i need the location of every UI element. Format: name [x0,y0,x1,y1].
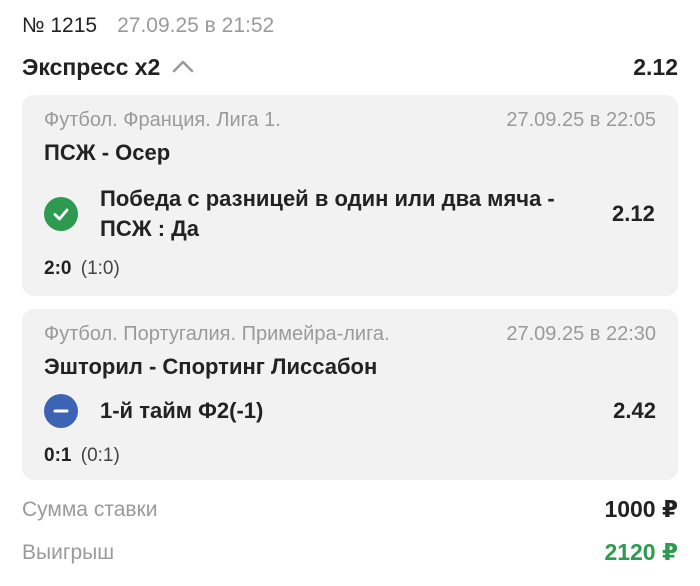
event-teams: ПСЖ - Осер [44,140,171,165]
half-time-score: (1:0) [80,258,120,279]
winnings-value: 2120 ₽ [604,539,678,565]
winnings-row: Выигрыш 2120 ₽ [22,539,678,566]
bet-odds: 2.12 [612,201,655,226]
bet-datetime: 27.09.25 в 21:52 [117,14,275,37]
check-circle-icon [44,197,78,231]
event-meta: Футбол. Португалия. Примейра-лига. 27.09… [44,323,656,346]
stake-label: Сумма ставки [22,497,158,521]
event-teams: Эшторил - Спортинг Лиссабон [44,354,378,379]
express-header[interactable]: Экспресс х2 2.12 [22,50,678,84]
chevron-up-icon[interactable] [170,57,196,77]
final-score: 2:0 [44,258,72,279]
bet-description: 1-й тайм Ф2(-1) [100,398,264,423]
event-score: 2:0 (1:0) [44,258,120,280]
event-bet: Победа с разницей в один или два мяча - … [44,183,656,245]
minus-circle-icon [44,394,78,428]
bet-header: № 1215 27.09.25 в 21:52 [22,14,274,38]
event-meta: Футбол. Франция. Лига 1. 27.09.25 в 22:0… [44,109,656,132]
bet-number: № 1215 [22,14,98,37]
event-card: Футбол. Португалия. Примейра-лига. 27.09… [22,309,678,480]
express-title: Экспресс х2 [22,53,161,80]
express-title-group[interactable]: Экспресс х2 [22,54,196,81]
final-score: 0:1 [44,445,72,466]
event-league: Футбол. Португалия. Примейра-лига. [44,323,390,345]
event-league: Футбол. Франция. Лига 1. [44,109,281,131]
bet-description: Победа с разницей в один или два мяча - … [100,186,555,241]
event-datetime: 27.09.25 в 22:05 [506,109,656,131]
stake-row: Сумма ставки 1000 ₽ [22,496,678,523]
bet-odds: 2.42 [613,398,656,423]
event-bet: 1-й тайм Ф2(-1) 2.42 [44,393,656,429]
event-card: Футбол. Франция. Лига 1. 27.09.25 в 22:0… [22,95,678,296]
event-datetime: 27.09.25 в 22:30 [506,323,656,345]
event-score: 0:1 (0:1) [44,445,120,467]
stake-value: 1000 ₽ [604,496,678,522]
express-odds: 2.12 [633,53,678,80]
half-time-score: (0:1) [80,445,120,466]
winnings-label: Выигрыш [22,540,115,564]
